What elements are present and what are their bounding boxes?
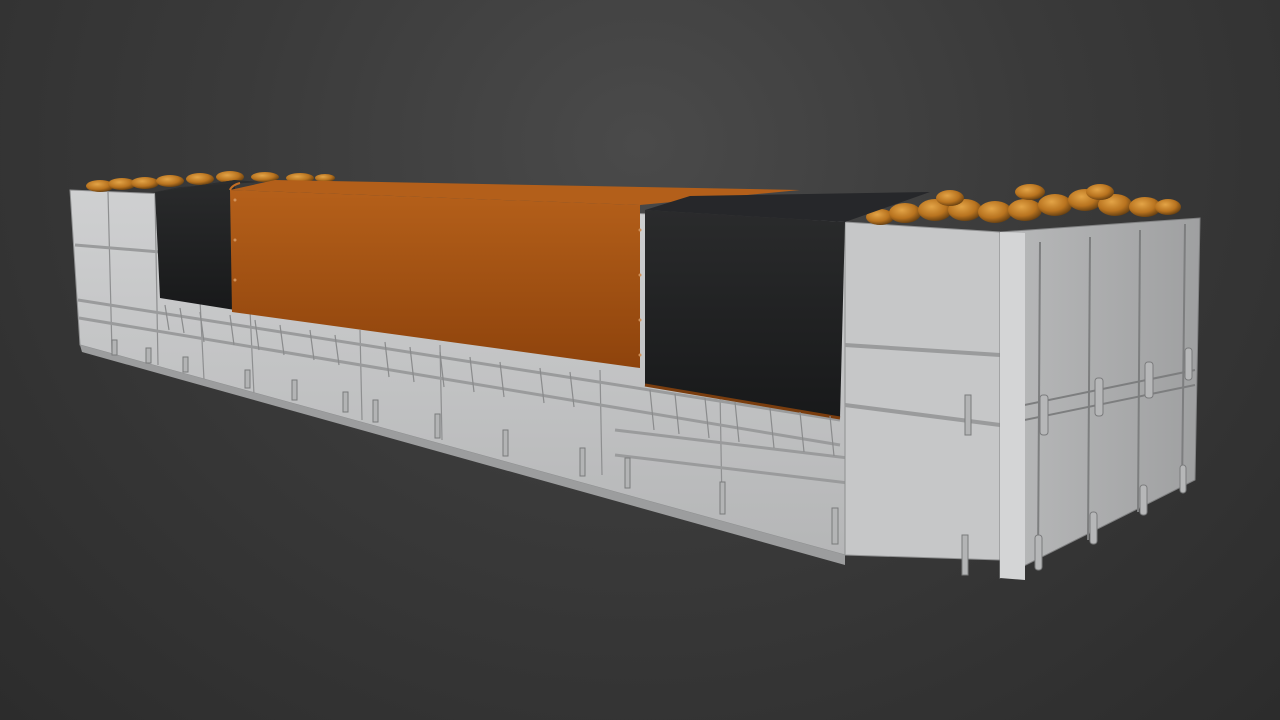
trailer-side-front-section xyxy=(844,221,1001,561)
3d-viewport[interactable] xyxy=(0,0,1280,720)
trailer-model-render xyxy=(69,171,1201,580)
cargo-pumpkins-front xyxy=(866,184,1181,225)
